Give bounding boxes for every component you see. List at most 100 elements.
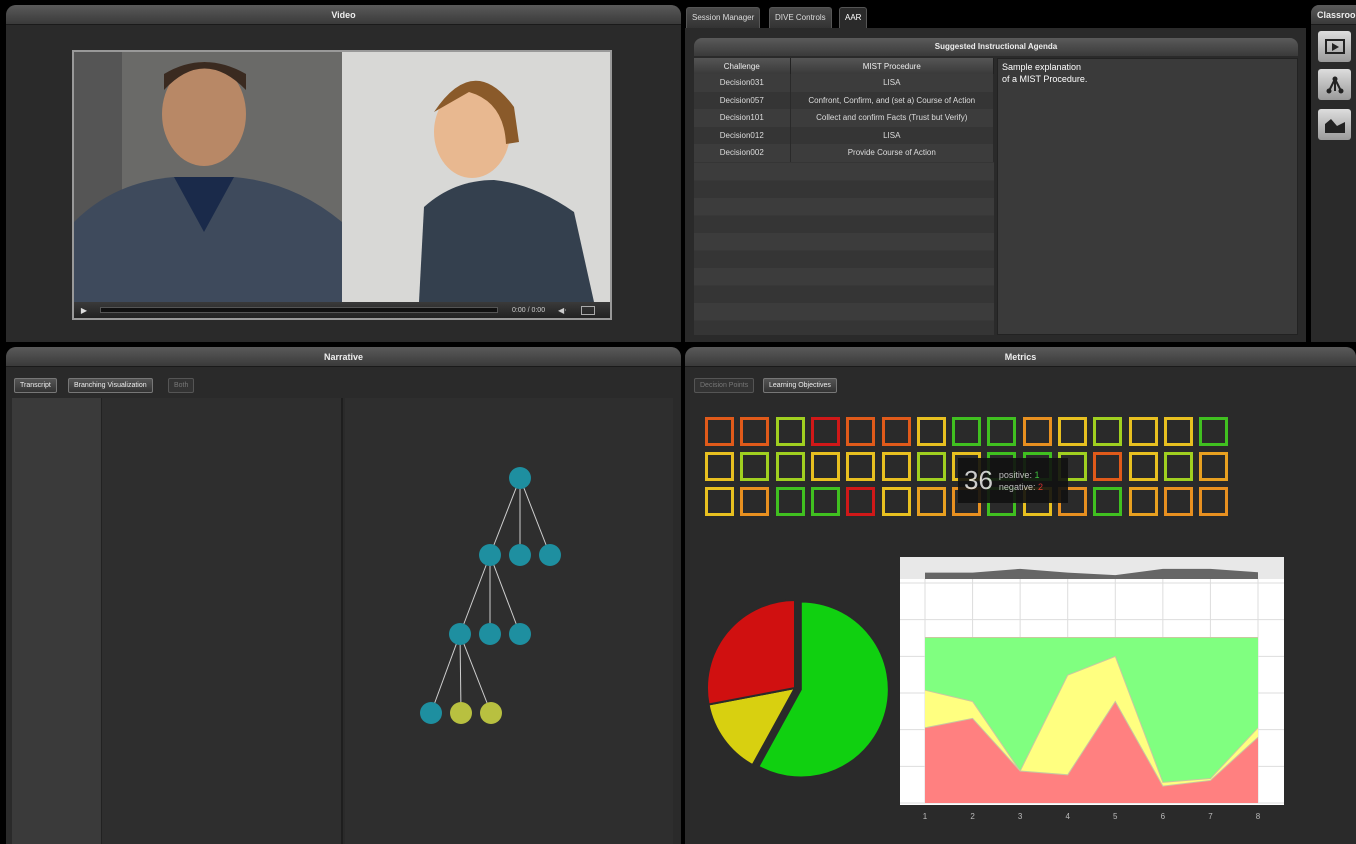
area-chart-icon <box>1324 118 1345 133</box>
objective-cell[interactable] <box>952 417 982 446</box>
objective-cell[interactable] <box>1093 417 1123 446</box>
column-header-challenge[interactable]: Challenge <box>694 58 791 74</box>
objective-cell[interactable] <box>705 452 734 481</box>
x-tick-label: 1 <box>923 812 928 821</box>
time-display: 0:00 / 0:00 <box>512 306 546 314</box>
video-controls: ▶ 0:00 / 0:00 ◀⋅ <box>74 302 610 318</box>
transcript-area <box>102 398 343 844</box>
branching-visualization-button[interactable]: Branching Visualization <box>68 378 153 393</box>
tree-node[interactable] <box>479 544 501 566</box>
video-image <box>74 52 610 302</box>
cell-challenge: Decision031 <box>694 74 791 92</box>
objective-cell[interactable] <box>1128 417 1158 446</box>
cell-procedure: Provide Course of Action <box>790 144 994 162</box>
tree-node[interactable] <box>449 623 471 645</box>
objective-cell[interactable] <box>705 487 734 516</box>
video-view-button[interactable] <box>1318 31 1351 62</box>
tree-node[interactable] <box>479 623 501 645</box>
branching-view-button[interactable] <box>1318 69 1351 100</box>
objective-cell[interactable] <box>916 487 946 516</box>
tree-node[interactable] <box>480 702 502 724</box>
objective-cell[interactable] <box>1022 417 1052 446</box>
objective-cell[interactable] <box>846 487 876 516</box>
objective-cell[interactable] <box>1163 487 1193 516</box>
objective-cell[interactable] <box>705 417 734 446</box>
x-tick-label: 6 <box>1161 812 1166 821</box>
tooltip-negative-value: 2 <box>1037 481 1043 492</box>
cell-procedure: Collect and confirm Facts (Trust but Ver… <box>790 109 994 127</box>
objective-cell[interactable] <box>810 452 840 481</box>
objective-cell[interactable] <box>740 417 770 446</box>
objective-cell[interactable] <box>916 452 946 481</box>
metrics-panel-title: Metrics <box>685 347 1356 367</box>
learning-objectives-button[interactable]: Learning Objectives <box>763 378 837 393</box>
objective-cell[interactable] <box>1199 417 1229 446</box>
table-row[interactable]: Decision101 Collect and confirm Facts (Tr… <box>694 109 994 127</box>
tooltip-positive-label: positive: <box>998 469 1032 480</box>
agenda-header: Suggested Instructional Agenda <box>694 38 1298 56</box>
tree-node[interactable] <box>509 544 531 566</box>
pie-chart <box>706 598 890 779</box>
tree-edge <box>519 477 551 556</box>
tree-node[interactable] <box>509 467 531 489</box>
fullscreen-icon[interactable] <box>580 305 595 315</box>
tooltip-positive-value: 1 <box>1034 469 1040 480</box>
seek-bar[interactable] <box>100 307 498 313</box>
tree-edge <box>459 633 492 714</box>
procedure-explanation: Sample explanation of a MIST Procedure. <box>997 58 1298 335</box>
video-frame[interactable]: ▶ 0:00 / 0:00 ◀⋅ <box>72 50 612 320</box>
tab-aar[interactable]: AAR <box>839 7 868 28</box>
objective-cell[interactable] <box>775 417 805 446</box>
column-header-procedure[interactable]: MIST Procedure <box>790 58 994 74</box>
tab-session-manager[interactable]: Session Manager <box>686 7 761 28</box>
tree-node[interactable] <box>539 544 561 566</box>
objective-cell[interactable] <box>810 417 840 446</box>
objective-cell[interactable] <box>1199 487 1229 516</box>
objective-cell[interactable] <box>846 452 876 481</box>
objective-cell[interactable] <box>1128 487 1158 516</box>
metrics-view-button[interactable] <box>1318 109 1351 140</box>
cell-challenge: Decision002 <box>694 144 791 162</box>
objective-cell[interactable] <box>1093 452 1123 481</box>
volume-icon[interactable]: ◀⋅ <box>558 306 567 315</box>
objective-cell[interactable] <box>881 487 911 516</box>
explanation-text: Sample explanation of a MIST Procedure. <box>1002 62 1088 84</box>
agenda-table: Challenge MIST Procedure Decision031 LISA… <box>694 58 994 162</box>
objective-cell[interactable] <box>740 452 770 481</box>
objective-cell[interactable] <box>881 452 911 481</box>
table-row[interactable]: Decision057 Confront, Confirm, and (set a… <box>694 91 994 109</box>
objective-cell[interactable] <box>881 417 911 446</box>
table-row[interactable]: Decision002 Provide Course of Action <box>694 144 994 162</box>
play-icon[interactable]: ▶ <box>74 302 94 318</box>
tree-edge <box>489 477 521 556</box>
objective-cell[interactable] <box>987 417 1017 446</box>
objective-cell[interactable] <box>810 487 840 516</box>
objective-cell[interactable] <box>1093 487 1123 516</box>
objective-cell[interactable] <box>775 452 805 481</box>
objective-cell[interactable] <box>740 487 770 516</box>
tree-node[interactable] <box>450 702 472 724</box>
transcript-button[interactable]: Transcript <box>14 378 57 393</box>
x-tick-label: 5 <box>1113 812 1118 821</box>
objective-cell[interactable] <box>1199 452 1229 481</box>
objective-cell[interactable] <box>1128 452 1158 481</box>
cell-procedure: Confront, Confirm, and (set a) Course of… <box>790 91 994 109</box>
both-button[interactable]: Both <box>168 378 195 393</box>
table-row[interactable]: Decision012 LISA <box>694 126 994 144</box>
x-tick-label: 8 <box>1256 812 1261 821</box>
objective-cell[interactable] <box>1163 417 1193 446</box>
cell-challenge: Decision012 <box>694 126 791 144</box>
narrative-panel-title: Narrative <box>6 347 681 367</box>
objective-cell[interactable] <box>1058 417 1087 446</box>
tree-node[interactable] <box>509 623 531 645</box>
objective-cell[interactable] <box>846 417 876 446</box>
tab-dive-controls[interactable]: DIVE Controls <box>769 7 832 28</box>
objective-cell[interactable] <box>775 487 805 516</box>
table-row[interactable]: Decision031 LISA <box>694 74 994 92</box>
tree-node[interactable] <box>420 702 442 724</box>
transcript-sidebar <box>12 398 102 844</box>
objective-cell[interactable] <box>916 417 946 446</box>
objective-cell[interactable] <box>1163 452 1193 481</box>
decision-points-button[interactable]: Decision Points <box>694 378 755 393</box>
pie-slice[interactable] <box>706 598 796 706</box>
